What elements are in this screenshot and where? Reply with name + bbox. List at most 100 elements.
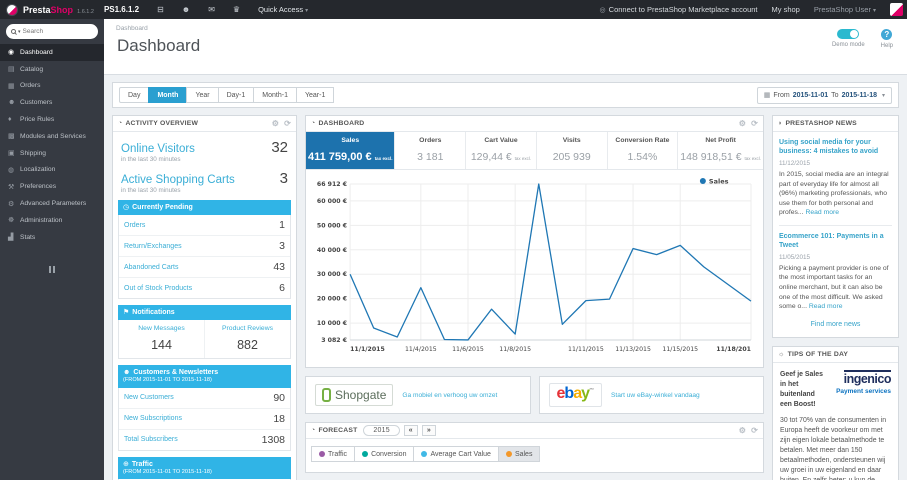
filter-month-button[interactable]: Month xyxy=(148,87,188,103)
sidebar: ▾ ◉Dashboard ▤Catalog ▦Orders ☻Customers… xyxy=(0,19,104,480)
forecast-legend: Traffic Conversion Average Cart Value Sa… xyxy=(306,439,763,469)
gear-icon[interactable]: ⚙ xyxy=(739,119,746,128)
svg-text:11/11/2015: 11/11/2015 xyxy=(568,346,604,353)
marketplace-link[interactable]: ◎ Connect to PrestaShop Marketplace accou… xyxy=(600,5,758,14)
refresh-icon[interactable]: ⟳ xyxy=(751,426,758,435)
prestashop-news-panel: ◗ PRESTASHOP NEWS Using social media for… xyxy=(772,115,899,338)
svg-text:11/15/2015: 11/15/2015 xyxy=(662,346,698,353)
sidebar-search[interactable]: ▾ xyxy=(6,24,98,39)
partner-ads: Shopgate Ga mobiel en verhoog uw omzet e… xyxy=(305,376,764,414)
sidebar-item-localization[interactable]: ◍ Localization xyxy=(0,162,104,179)
traffic-header: ⊕ Traffic (FROM 2015-11-01 TO 2015-11-18) xyxy=(118,456,291,479)
read-more-link[interactable]: Read more xyxy=(805,209,839,216)
product-reviews-cell[interactable]: Product Reviews 882 xyxy=(205,320,290,358)
brand: PrestaShop 1.6.1.2 xyxy=(23,5,94,15)
filter-year-1-button[interactable]: Year-1 xyxy=(295,87,335,103)
kpi-tab-visits[interactable]: Visits 205 939 xyxy=(537,132,608,169)
customers-rows: New Customers 90 New Subscriptions 18 Tota… xyxy=(118,387,291,451)
article-headline[interactable]: Ecommerce 101: Payments in a Tweet xyxy=(779,232,892,250)
help-icon[interactable]: ? xyxy=(881,29,893,40)
sidebar-menu: ◉ Dashboard ▤ Catalog ▦ Orders ☻ Customers ♦… xyxy=(0,44,104,246)
collapse-menu-button[interactable] xyxy=(0,260,104,278)
forecast-conversion-toggle[interactable]: Conversion xyxy=(354,446,415,462)
notifications-header: ⚑ Notifications xyxy=(118,305,291,321)
svg-text:40 000 €: 40 000 € xyxy=(317,247,347,254)
chevron-down-icon: ▾ xyxy=(305,8,309,14)
search-scope-caret-icon[interactable]: ▾ xyxy=(18,29,21,35)
price-rules-icon: ♦ xyxy=(8,116,12,124)
phone-icon xyxy=(322,388,331,402)
quick-access-menu[interactable]: Quick Access ▾ xyxy=(258,5,308,14)
sidebar-item-shipping[interactable]: ▣ Shipping xyxy=(0,145,104,162)
cart-icon[interactable]: ⊟ xyxy=(157,5,164,14)
find-more-news-link[interactable]: Find more news xyxy=(773,312,898,337)
active-carts-value: 3 xyxy=(279,170,288,187)
new-customers-row: New Customers 90 xyxy=(119,388,290,409)
filter-day-button[interactable]: Day xyxy=(119,87,150,103)
refresh-icon[interactable]: ⟳ xyxy=(751,119,758,128)
kpi-tab-net-profit[interactable]: Net Profit 148 918,51 € tax excl. xyxy=(678,132,763,169)
news-article: Ecommerce 101: Payments in a Tweet 11/05… xyxy=(773,226,898,312)
gear-icon[interactable]: ⚙ xyxy=(272,119,279,128)
forecast-next-button[interactable]: » xyxy=(421,425,436,436)
filter-year-button[interactable]: Year xyxy=(186,87,219,103)
active-carts-link[interactable]: Active Shopping Carts xyxy=(121,174,235,186)
active-carts-sub: in the last 30 minutes xyxy=(121,187,181,194)
date-to: 2015-11-18 xyxy=(841,91,877,99)
filter-month-1-button[interactable]: Month-1 xyxy=(253,87,297,103)
user-avatar[interactable] xyxy=(890,3,903,16)
new-messages-cell[interactable]: New Messages 144 xyxy=(119,320,205,359)
user-menu[interactable]: PrestaShop User ▾ xyxy=(814,5,876,14)
shop-name[interactable]: PS1.6.1.2 xyxy=(104,5,139,14)
sidebar-item-administration[interactable]: ☸ Administration xyxy=(0,212,104,229)
svg-text:10 000 €: 10 000 € xyxy=(317,320,347,327)
forecast-prev-button[interactable]: « xyxy=(403,425,418,436)
svg-text:66 912 €: 66 912 € xyxy=(317,181,347,188)
sidebar-item-orders[interactable]: ▦ Orders xyxy=(0,78,104,95)
kpi-tabs: Sales 411 759,00 € tax excl. Orders 3 181 … xyxy=(306,132,763,170)
page-title: Dashboard xyxy=(117,36,201,55)
shopgate-link[interactable]: Ga mobiel en verhoog uw omzet xyxy=(402,392,497,399)
search-input[interactable] xyxy=(22,28,81,35)
notifications-grid: New Messages 144 Product Reviews 882 xyxy=(118,320,291,360)
sidebar-item-preferences[interactable]: ⚒ Preferences xyxy=(0,178,104,195)
brand-presta: Presta xyxy=(23,4,51,15)
kpi-tab-orders[interactable]: Orders 3 181 xyxy=(395,132,467,169)
demo-mode-toggle[interactable] xyxy=(837,29,860,39)
kpi-tab-conversion-rate[interactable]: Conversion Rate 1.54% xyxy=(608,132,679,169)
online-visitors-link[interactable]: Online Visitors xyxy=(121,143,195,155)
date-range-picker[interactable]: ▦ From 2015-11-01 To 2015-11-18 ▾ xyxy=(756,86,892,104)
date-preset-group: Day Month Year Day-1 Month-1 Year-1 xyxy=(119,87,335,103)
kpi-tab-cart-value[interactable]: Cart Value 129,44 € tax excl. xyxy=(466,132,537,169)
trophy-icon[interactable]: ♛ xyxy=(233,5,240,14)
my-shop-link[interactable]: My shop xyxy=(772,5,800,14)
forecast-traffic-toggle[interactable]: Traffic xyxy=(311,446,356,462)
gear-icon[interactable]: ⚙ xyxy=(739,426,746,435)
news-article: Using social media for your business: 4 … xyxy=(773,132,898,226)
svg-text:60 000 €: 60 000 € xyxy=(317,198,347,205)
sidebar-item-advanced-parameters[interactable]: ⚙ Advanced Parameters xyxy=(0,195,104,212)
sidebar-item-customers[interactable]: ☻ Customers xyxy=(0,94,104,111)
svg-text:Sales: Sales xyxy=(709,178,729,186)
activity-column: ◔ ACTIVITY OVERVIEW ⚙ ⟳ Online Visitors 3… xyxy=(112,115,297,480)
kpi-tab-sales[interactable]: Sales 411 759,00 € tax excl. xyxy=(306,132,396,169)
employee-icon[interactable]: ☻ xyxy=(182,5,190,14)
forecast-cart-value-toggle[interactable]: Average Cart Value xyxy=(413,446,499,462)
messages-icon[interactable]: ✉ xyxy=(208,5,215,14)
dashboard-column: ◔ DASHBOARD ⚙ ⟳ Sales 411 759,00 € tax ex… xyxy=(305,115,764,473)
filter-day-1-button[interactable]: Day-1 xyxy=(217,87,255,103)
sidebar-item-dashboard[interactable]: ◉ Dashboard xyxy=(0,44,104,61)
forecast-title: FORECAST xyxy=(318,427,358,434)
sidebar-item-modules[interactable]: ▩ Modules and Services xyxy=(0,128,104,145)
search-icon xyxy=(11,29,16,34)
ebay-link[interactable]: Start uw eBay-winkel vandaag xyxy=(611,392,700,399)
date-filter-bar: Day Month Year Day-1 Month-1 Year-1 ▦ Fr… xyxy=(112,82,899,108)
refresh-icon[interactable]: ⟳ xyxy=(284,119,291,128)
article-headline[interactable]: Using social media for your business: 4 … xyxy=(779,138,892,156)
forecast-sales-toggle[interactable]: Sales xyxy=(497,446,541,462)
sidebar-item-price-rules[interactable]: ♦ Price Rules xyxy=(0,111,104,128)
sidebar-item-stats[interactable]: ▟ Stats xyxy=(0,229,104,246)
sidebar-item-catalog[interactable]: ▤ Catalog xyxy=(0,61,104,78)
breadcrumb: Dashboard xyxy=(116,25,148,32)
read-more-link[interactable]: Read more xyxy=(809,303,843,310)
